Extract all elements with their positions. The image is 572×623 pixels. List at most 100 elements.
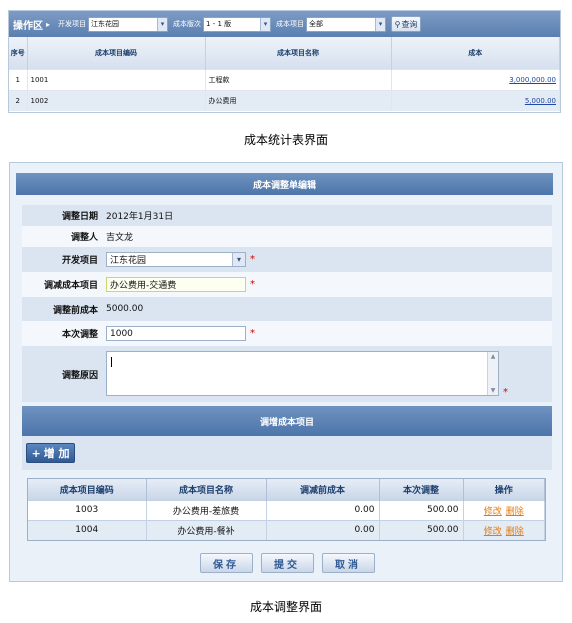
row-actions: 修改 删除 xyxy=(463,519,545,540)
add-toolbar: + 增 加 xyxy=(22,436,552,470)
scroll-up-icon[interactable]: ▲ xyxy=(488,352,498,361)
phase-filter-label: 成本版次 xyxy=(173,20,202,28)
row-code: 1004 xyxy=(28,519,147,540)
phase-filter-select[interactable]: 1 - 1 版 ▾ xyxy=(203,16,272,32)
before-cost-value: 5000.00 xyxy=(106,304,144,314)
date-row: 调整日期 2012年1月31日 xyxy=(22,205,552,226)
column-header-name: 成本项目名称 xyxy=(205,37,392,69)
row-name: 办公费用-差旅费 xyxy=(146,499,267,520)
column-header-before: 调减前成本 xyxy=(266,479,380,500)
chevron-down-icon[interactable]: ▾ xyxy=(232,253,245,266)
row-amount: 500.00 xyxy=(379,519,464,540)
increase-items-table-wrap: 成本项目编码 成本项目名称 调减前成本 本次调整 操作 1003 办公费用-差旅… xyxy=(27,478,546,541)
add-button[interactable]: + 增 加 xyxy=(26,443,75,463)
date-label: 调整日期 xyxy=(61,212,98,222)
before-cost-label: 调整前成本 xyxy=(52,305,98,316)
required-mark: * xyxy=(250,328,255,339)
edit-link[interactable]: 修改 xyxy=(484,507,502,517)
row-amount: 500.00 xyxy=(379,499,464,520)
column-header-amount: 本次调整 xyxy=(379,479,464,500)
required-mark: * xyxy=(250,254,255,265)
person-value: 吉文龙 xyxy=(106,233,134,243)
increase-items-table: 成本项目编码 成本项目名称 调减前成本 本次调整 操作 1003 办公费用-差旅… xyxy=(28,479,545,540)
edit-link[interactable]: 修改 xyxy=(484,527,502,537)
item-filter-label: 成本项目 xyxy=(276,20,305,28)
amount-row: 本次调整 1000 * xyxy=(22,321,552,346)
adjust-caption: 成本调整界面 xyxy=(249,600,322,614)
row-before: 0.00 xyxy=(266,499,380,520)
item-filter-value: 全部 xyxy=(309,20,324,28)
cost-statistics-panel: 操作区 ▸ 开发项目 江东花园 ▾ 成本版次 1 - 1 版 ▾ 成本项目 全部… xyxy=(8,10,561,113)
submit-button[interactable]: 提交 xyxy=(260,553,314,573)
table-row: 2 1002 办公费用 5,000.00 xyxy=(9,89,560,111)
magnifier-icon: ⚲ xyxy=(394,19,401,29)
row-before: 0.00 xyxy=(266,519,380,540)
project-select[interactable]: 江东花园 ▾ xyxy=(106,252,246,267)
operation-zone-label: 操作区 xyxy=(13,20,43,32)
text-cursor xyxy=(111,357,112,367)
chevron-down-icon[interactable]: ▾ xyxy=(375,17,386,31)
column-header-name: 成本项目名称 xyxy=(146,479,267,500)
column-header-actions: 操作 xyxy=(463,479,545,500)
query-button-label: 查询 xyxy=(401,19,418,29)
row-index: 1 xyxy=(9,68,28,90)
reason-textarea[interactable]: ▲ ▼ xyxy=(106,351,499,396)
table-row: 1004 办公费用-餐补 0.00 500.00 修改 删除 xyxy=(28,519,545,540)
row-code: 1003 xyxy=(28,499,147,520)
column-header-cost: 成本 xyxy=(391,37,560,69)
cost-statistics-table: 序号 成本项目编码 成本项目名称 成本 1 1001 工程款 3,000,000… xyxy=(9,37,560,111)
cancel-button[interactable]: 取消 xyxy=(321,553,375,573)
add-button-label: 增 加 xyxy=(43,447,70,460)
stats-caption: 成本统计表界面 xyxy=(243,133,328,147)
project-filter-label: 开发项目 xyxy=(58,20,87,28)
arrow-right-icon: ▸ xyxy=(46,19,51,29)
cost-adjustment-form: 成本调整单编辑 调整日期 2012年1月31日 调整人 吉文龙 开发项目 江东花… xyxy=(9,162,563,582)
delete-link[interactable]: 删除 xyxy=(506,527,524,537)
form-actions: 保存 提交 取消 xyxy=(10,553,562,573)
query-toolbar: 操作区 ▸ 开发项目 江东花园 ▾ 成本版次 1 - 1 版 ▾ 成本项目 全部… xyxy=(9,11,560,37)
row-code: 1001 xyxy=(27,68,206,90)
phase-filter-value: 1 - 1 版 xyxy=(206,20,232,28)
column-header-code: 成本项目编码 xyxy=(27,37,206,69)
table-row: 1003 办公费用-差旅费 0.00 500.00 修改 删除 xyxy=(28,499,545,520)
reduce-item-input[interactable]: 办公费用-交通费 xyxy=(106,277,246,292)
reduce-item-label: 调减成本项目 xyxy=(43,281,98,291)
column-header-index: 序号 xyxy=(9,37,28,69)
query-button[interactable]: ⚲ 查询 xyxy=(391,16,422,32)
row-name: 办公费用 xyxy=(205,89,392,111)
chevron-down-icon[interactable]: ▾ xyxy=(157,17,168,31)
row-name: 工程款 xyxy=(205,68,392,90)
before-cost-row: 调整前成本 5000.00 xyxy=(22,297,552,321)
increase-section-title: 调增成本项目 xyxy=(22,406,552,436)
row-actions: 修改 删除 xyxy=(463,499,545,520)
project-row: 开发项目 江东花园 ▾ * xyxy=(22,247,552,272)
row-name: 办公费用-餐补 xyxy=(146,519,267,540)
chevron-down-icon[interactable]: ▾ xyxy=(260,17,271,31)
project-filter-select[interactable]: 江东花园 ▾ xyxy=(88,16,169,32)
item-filter-select[interactable]: 全部 ▾ xyxy=(306,16,387,32)
row-index: 2 xyxy=(9,89,28,111)
scroll-down-icon[interactable]: ▼ xyxy=(488,386,498,395)
plus-icon: + xyxy=(31,446,41,460)
reduce-item-row: 调减成本项目 办公费用-交通费 * xyxy=(22,272,552,297)
project-filter-value: 江东花园 xyxy=(91,20,120,28)
column-header-code: 成本项目编码 xyxy=(28,479,147,500)
required-mark: * xyxy=(250,279,255,290)
project-label: 开发项目 xyxy=(61,256,98,266)
form-title: 成本调整单编辑 xyxy=(16,173,553,195)
person-label: 调整人 xyxy=(70,233,98,243)
delete-link[interactable]: 删除 xyxy=(506,507,524,517)
person-row: 调整人 吉文龙 xyxy=(22,226,552,247)
table-row: 1 1001 工程款 3,000,000.00 xyxy=(9,68,560,90)
scrollbar[interactable]: ▲ ▼ xyxy=(487,352,498,395)
amount-label: 本次调整 xyxy=(61,330,98,340)
row-cost-link[interactable]: 5,000.00 xyxy=(391,89,560,111)
amount-input[interactable]: 1000 xyxy=(106,326,246,341)
reason-row: 调整原因 ▲ ▼ * xyxy=(22,346,552,402)
project-select-value: 江东花园 xyxy=(110,256,147,266)
required-mark: * xyxy=(503,387,508,398)
row-code: 1002 xyxy=(27,89,206,111)
row-cost-link[interactable]: 3,000,000.00 xyxy=(391,68,560,90)
save-button[interactable]: 保存 xyxy=(199,553,253,573)
reason-label: 调整原因 xyxy=(61,370,98,381)
